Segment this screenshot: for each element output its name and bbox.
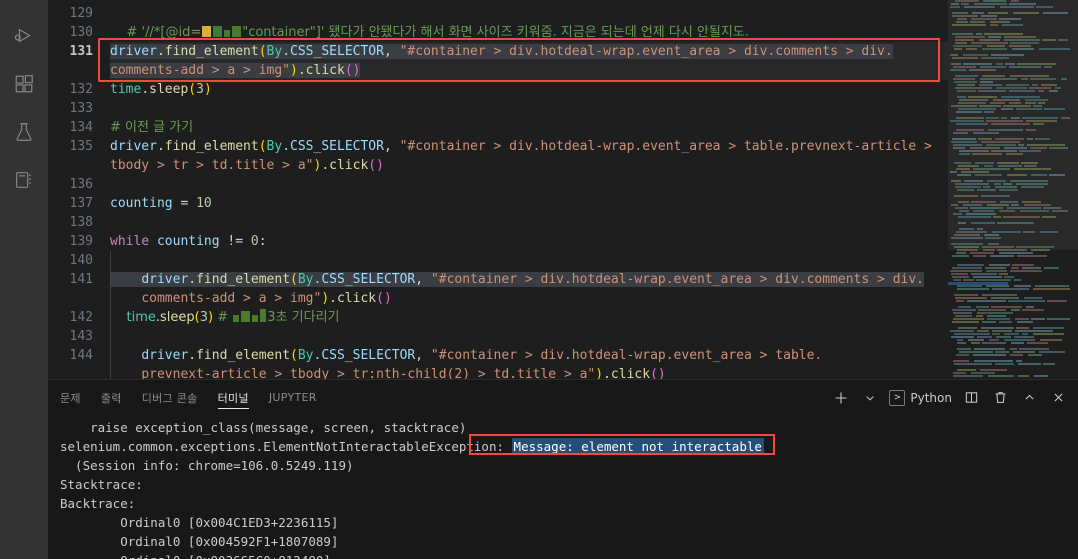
line-number-gutter: 129 130 131 132 133 134 135 136 137 138 … [48,0,110,379]
code-line-144-wrap: prevnext-article > tbody > tr:nth-child(… [110,365,1078,379]
terminal-line-exception: selenium.common.exceptions.ElementNotInt… [48,437,1078,456]
vscode-window: 129 130 131 132 133 134 135 136 137 138 … [0,0,1078,559]
activity-bar [0,0,48,559]
code-line-143 [110,327,1078,346]
code-editor[interactable]: 129 130 131 132 133 134 135 136 137 138 … [48,0,1078,379]
code-line-132: time.sleep(3) [110,82,212,97]
line-number: 130 [69,25,93,40]
line-number: 131 [69,44,93,59]
terminal-line: Ordinal0 [0x004592F1+1807089] [60,534,339,549]
jupyter-icon[interactable] [0,156,48,204]
code-line-135: driver.find_element(By.CSS_SELECTOR, "#c… [110,139,932,154]
tab-problems[interactable]: 문제 [60,380,81,415]
terminal-line: (Session info: chrome=106.0.5249.119) [60,458,354,473]
line-number: 136 [69,177,93,192]
code-line-141: driver.find_element(By.CSS_SELECTOR, "#c… [110,270,1078,289]
bottom-panel: 문제 출력 디버그 콘솔 터미널 JUPYTER > Python raise … [48,379,1078,559]
code-line-130: # '//*[@id= "container"]' 됐다가 안됐다가 해서 화면 … [110,25,749,40]
line-number: 133 [69,101,93,116]
code-line-135-wrap: tbody > tr > td.title > a").click() [110,158,384,173]
tab-output[interactable]: 출력 [101,380,122,415]
terminal-line: Ordinal0 [0x004C1ED3+2236115] [60,515,339,530]
maximize-panel-button[interactable] [1019,388,1039,408]
code-line-131-wrap: comments-add > a > img").click() [110,61,1078,80]
panel-action-bar: > Python [831,388,1078,408]
close-panel-button[interactable] [1048,388,1068,408]
testing-icon[interactable] [0,108,48,156]
code-line-142: time.sleep(3) # 3초 기다리기 [110,308,1078,327]
run-and-debug-icon[interactable] [0,12,48,60]
tab-jupyter[interactable]: JUPYTER [269,380,317,415]
line-number: 141 [69,272,93,287]
code-line-139: while counting != 0: [110,234,267,249]
line-number: 129 [69,6,93,21]
new-terminal-button[interactable] [831,388,851,408]
terminal-line: Ordinal0 [0x003665C0+812480] [48,551,1078,559]
terminal-kind-button[interactable]: > Python [889,388,952,408]
line-number: 137 [69,196,93,211]
panel-tab-bar: 문제 출력 디버그 콘솔 터미널 JUPYTER > Python [48,380,1078,415]
code-line-131: driver.find_element(By.CSS_SELECTOR, "#c… [110,42,1078,61]
split-terminal-button[interactable] [961,388,981,408]
line-number-wrap [48,61,110,80]
code-content[interactable]: # '//*[@id= "container"]' 됐다가 안됐다가 해서 화면 … [110,0,1078,379]
line-number: 132 [69,82,93,97]
line-number: 140 [69,253,93,268]
line-number: 142 [69,310,93,325]
minimap-selection-highlight [948,282,1008,285]
line-number: 134 [69,120,93,135]
code-line-140 [110,251,1078,270]
terminal-name-label: Python [910,390,952,405]
line-number: 138 [69,215,93,230]
terminal-line: raise exception_class(message, screen, s… [60,420,467,435]
selected-error-message: Message: element not interactable [511,438,764,455]
exception-type: selenium.common.exceptions.ElementNotInt… [60,439,512,454]
code-line-134: # 이전 글 가기 [110,120,194,135]
code-line-137: counting = 10 [110,196,212,211]
inline-comment-text: 3초 기다리기 [267,310,340,325]
minimap-slider[interactable] [948,0,1078,250]
line-number: 144 [69,348,93,363]
chevron-down-icon[interactable] [860,388,880,408]
extensions-icon[interactable] [0,60,48,108]
terminal-line: Backtrace: [60,496,136,511]
minimap-line [948,375,1078,378]
editor-column: 129 130 131 132 133 134 135 136 137 138 … [48,0,1078,559]
tab-terminal[interactable]: 터미널 [217,380,250,415]
terminal-output[interactable]: raise exception_class(message, screen, s… [48,415,1078,559]
line-number: 143 [69,329,93,344]
line-number-wrap [48,289,110,308]
line-number: 139 [69,234,93,249]
line-number: 135 [69,139,93,154]
kill-terminal-button[interactable] [990,388,1010,408]
minimap[interactable] [948,0,1078,379]
line-number-wrap [48,156,110,175]
code-line-144: driver.find_element(By.CSS_SELECTOR, "#c… [110,346,1078,365]
terminal-line: Stacktrace: [60,477,143,492]
code-line-141-wrap: comments-add > a > img").click() [110,289,1078,308]
tab-debug-console[interactable]: 디버그 콘솔 [142,380,198,415]
terminal-icon: > [889,389,906,406]
